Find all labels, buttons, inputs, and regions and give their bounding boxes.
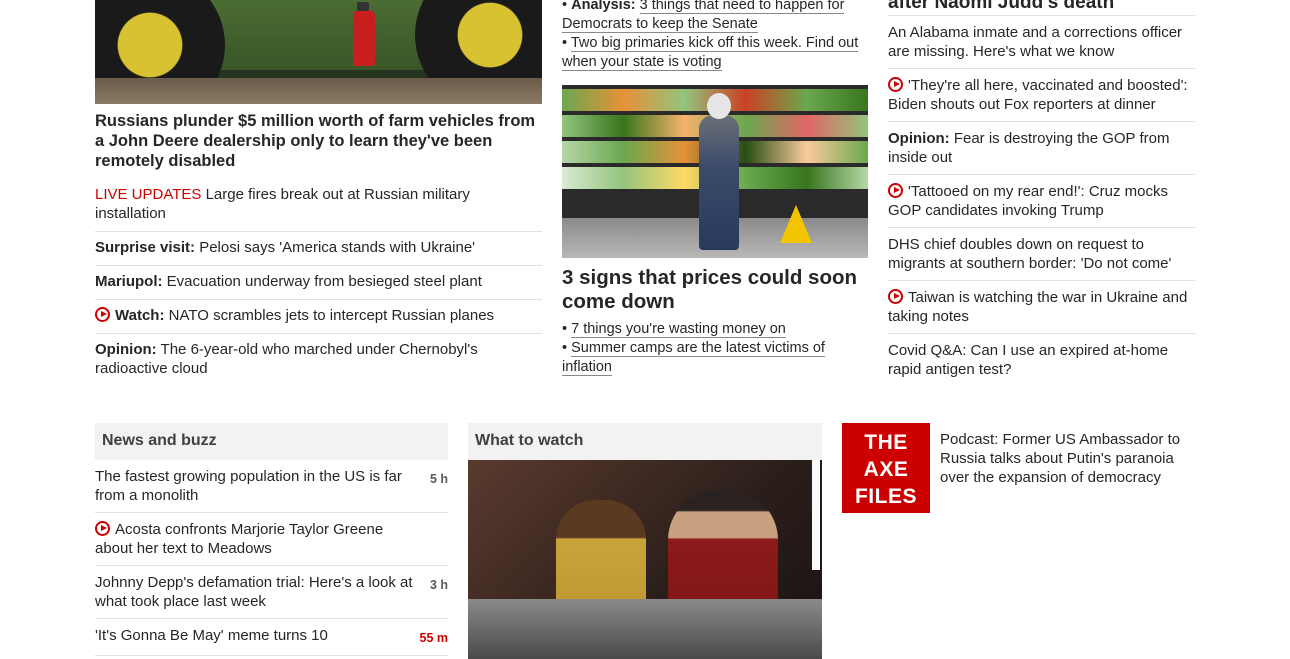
list-item[interactable]: Opinion: The 6-year-old who marched unde… (95, 334, 542, 386)
right-news-list: An Alabama inmate and a corrections offi… (888, 15, 1195, 386)
list-item[interactable]: Taiwan is watching the war in Ukraine an… (888, 281, 1195, 334)
section-heading[interactable]: What to watch (468, 423, 822, 460)
list-item[interactable]: Covid Q&A: Can I use an expired at-home … (888, 334, 1195, 386)
section-heading[interactable]: News and buzz (95, 423, 448, 460)
fire-extinguisher (353, 2, 375, 66)
axe-files-logo[interactable]: THE AXE FILES (842, 423, 930, 513)
star-trek-photo[interactable] (468, 460, 822, 659)
news-and-buzz-section: News and buzz The fastest growing popula… (95, 423, 448, 656)
list-item[interactable]: Surprise visit: Pelosi says 'America sta… (95, 232, 542, 266)
left-column: Russians plunder $5 million worth of far… (95, 0, 542, 386)
timestamp: 3 h (429, 578, 448, 592)
middle-column: • Analysis: 3 things that need to happen… (562, 0, 868, 377)
play-video-icon (888, 289, 903, 304)
list-item[interactable]: Opinion: Fear is destroying the GOP from… (888, 122, 1195, 175)
judd-headline[interactable]: after Naomi Judd's death (888, 0, 1195, 15)
play-video-icon (888, 77, 903, 92)
bullet-item[interactable]: • Summer camps are the latest victims of… (562, 339, 868, 377)
play-video-icon (95, 307, 110, 322)
list-item[interactable]: An Alabama inmate and a corrections offi… (888, 16, 1195, 69)
list-item[interactable]: DHS chief doubles down on request to mig… (888, 228, 1195, 281)
play-video-icon (95, 521, 110, 536)
shopper-figure (699, 93, 739, 250)
podcast-description[interactable]: Podcast: Former US Ambassador to Russia … (940, 430, 1190, 513)
list-item[interactable]: 'They're all here, vaccinated and booste… (888, 69, 1195, 122)
bullet-item[interactable]: • Analysis: 3 things that need to happen… (562, 0, 868, 34)
list-item[interactable]: The fastest growing population in the US… (95, 460, 448, 513)
wet-floor-sign (780, 205, 812, 243)
list-item[interactable]: 'Tattooed on my rear end!': Cruz mocks G… (888, 175, 1195, 228)
timestamp: 55 m (419, 631, 449, 645)
timestamp: 5 h (429, 472, 448, 486)
grocery-photo[interactable] (562, 85, 868, 258)
ground (95, 78, 542, 104)
photo-credit-strip (812, 460, 820, 570)
list-item[interactable]: Mariupol: Evacuation underway from besie… (95, 266, 542, 300)
bridge-console (468, 599, 822, 659)
play-video-icon (888, 183, 903, 198)
list-item[interactable]: Acosta confronts Marjorie Taylor Greene … (95, 513, 448, 566)
prices-headline[interactable]: 3 signs that prices could soon come down (562, 266, 868, 314)
axe-files-promo[interactable]: THE AXE FILES Podcast: Former US Ambassa… (842, 423, 1195, 513)
bullet-item[interactable]: • Two big primaries kick off this week. … (562, 34, 868, 72)
list-item[interactable]: 'It's Gonna Be May' meme turns 10 55 m (95, 619, 448, 656)
what-to-watch-section: What to watch (468, 423, 822, 659)
list-item[interactable]: Watch: NATO scrambles jets to intercept … (95, 300, 542, 334)
right-column: after Naomi Judd's death An Alabama inma… (888, 0, 1195, 386)
top-bullets: • Analysis: 3 things that need to happen… (562, 0, 868, 72)
list-item[interactable]: Johnny Depp's defamation trial: Here's a… (95, 566, 448, 619)
list-item[interactable]: LIVE UPDATES Large fires break out at Ru… (95, 179, 542, 232)
bullet-item[interactable]: • 7 things you're wasting money on (562, 320, 868, 339)
prices-bullets: • 7 things you're wasting money on • Sum… (562, 320, 868, 377)
tractor-photo[interactable] (95, 0, 542, 104)
hero-headline[interactable]: Russians plunder $5 million worth of far… (95, 111, 542, 171)
live-updates-label: LIVE UPDATES (95, 186, 202, 203)
ukraine-news-list: LIVE UPDATES Large fires break out at Ru… (95, 179, 542, 386)
